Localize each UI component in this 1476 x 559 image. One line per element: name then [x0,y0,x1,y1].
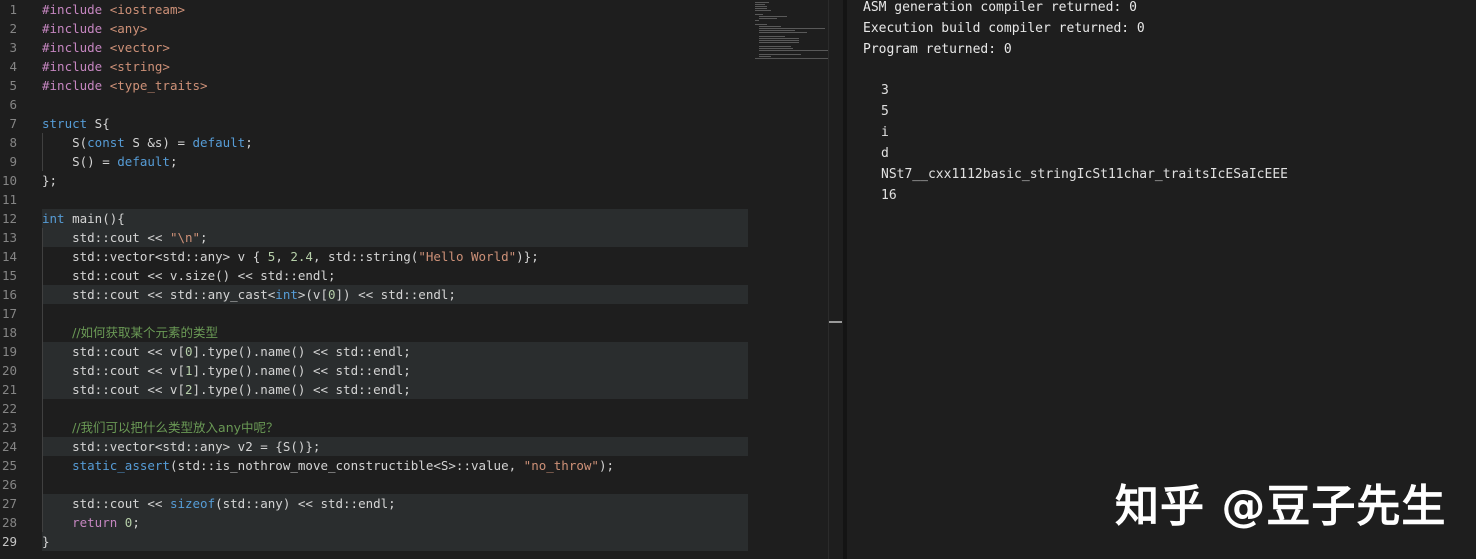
stdout-line: NSt7__cxx1112basic_stringIcSt11char_trai… [881,167,1288,182]
asm-status-line: ASM generation compiler returned: 0 [863,0,1137,15]
line-number: 26 [1,477,17,492]
code-line-23: //我们可以把什么类型放入any中呢？ [72,420,279,435]
code-line-1: #include <iostream> [42,2,186,17]
line-number: 14 [1,249,17,264]
code-line-18: //如何获取某个元素的类型 [72,325,219,340]
code-line-20: std::cout << v[1].type().name() << std::… [42,361,748,380]
stdout-line: 16 [881,188,897,203]
line-number: 12 [1,211,17,226]
line-number: 19 [1,344,17,359]
code-line-13: std::cout << "\n"; [42,228,748,247]
line-number: 23 [1,420,17,435]
build-status-line: Execution build compiler returned: 0 [863,21,1145,36]
line-number: 18 [1,325,17,340]
line-number: 15 [1,268,17,283]
line-number: 13 [1,230,17,245]
line-number: 17 [1,306,17,321]
code-line-2: #include <any> [42,21,148,36]
indent-guide [42,133,43,171]
minimap-viewport[interactable] [755,0,828,59]
line-number: 24 [1,439,17,454]
stdout-line: i [881,125,889,140]
code-line-24: std::vector<std::any> v2 = {S()}; [42,437,748,456]
program-status-line: Program returned: 0 [863,42,1012,57]
code-line-25: static_assert(std::is_nothrow_move_const… [72,458,614,473]
line-number: 7 [9,116,17,131]
line-number: 28 [1,515,17,530]
code-line-7: struct S{ [42,116,110,131]
code-line-28: return 0; [42,513,748,532]
code-editor[interactable]: 1 2 3 4 5 6 7 8 9 10 11 12 13 14 15 16 17 18 19 20 21 22 23 24 2… [0,0,843,559]
code-line-10: }; [42,173,58,188]
line-number: 11 [1,192,17,207]
line-number: 16 [1,287,17,302]
line-number: 25 [1,458,17,473]
line-number: 10 [1,173,17,188]
line-number: 5 [9,78,17,93]
code-line-8: S(const S &s) = default; [42,135,253,150]
code-line-15: std::cout << v.size() << std::endl; [42,268,336,283]
code-line-14: std::vector<std::any> v { 5, 2.4, std::s… [42,249,539,264]
line-number: 27 [1,496,17,511]
line-number: 29 [1,534,17,549]
code-line-21: std::cout << v[2].type().name() << std::… [42,380,748,399]
line-number: 4 [9,59,17,74]
stdout-line: 3 [881,83,889,98]
line-number-gutter: 1 2 3 4 5 6 7 8 9 10 11 12 13 14 15 16 17 18 19 20 21 22 23 24 2… [0,0,34,559]
editor-scrollbar[interactable] [828,0,843,559]
code-line-19: std::cout << v[0].type().name() << std::… [42,342,748,361]
line-number: 3 [9,40,17,55]
line-number: 6 [9,97,17,112]
indent-guide [42,228,43,532]
code-line-12: int main(){ [42,209,748,228]
code-line-16: std::cout << std::any_cast<int>(v[0]) <<… [42,285,748,304]
line-number: 1 [9,2,17,17]
stdout-line: 5 [881,104,889,119]
line-number: 8 [9,135,17,150]
scrollbar-position-marker [829,321,842,323]
code-line-29: } [42,532,748,551]
line-number: 9 [9,154,17,169]
line-number: 22 [1,401,17,416]
code-line-4: #include <string> [42,59,170,74]
line-number: 2 [9,21,17,36]
line-number: 20 [1,363,17,378]
zhihu-watermark: 知乎 @豆子先生 [1115,481,1447,532]
code-line-5: #include <type_traits> [42,78,208,93]
code-line-9: S() = default; [42,154,178,169]
stdout-line: d [881,146,889,161]
code-area[interactable]: #include <iostream> #include <any> #incl… [42,0,748,559]
line-number: 21 [1,382,17,397]
code-line-3: #include <vector> [42,40,170,55]
code-line-27: std::cout << sizeof(std::any) << std::en… [42,494,748,513]
